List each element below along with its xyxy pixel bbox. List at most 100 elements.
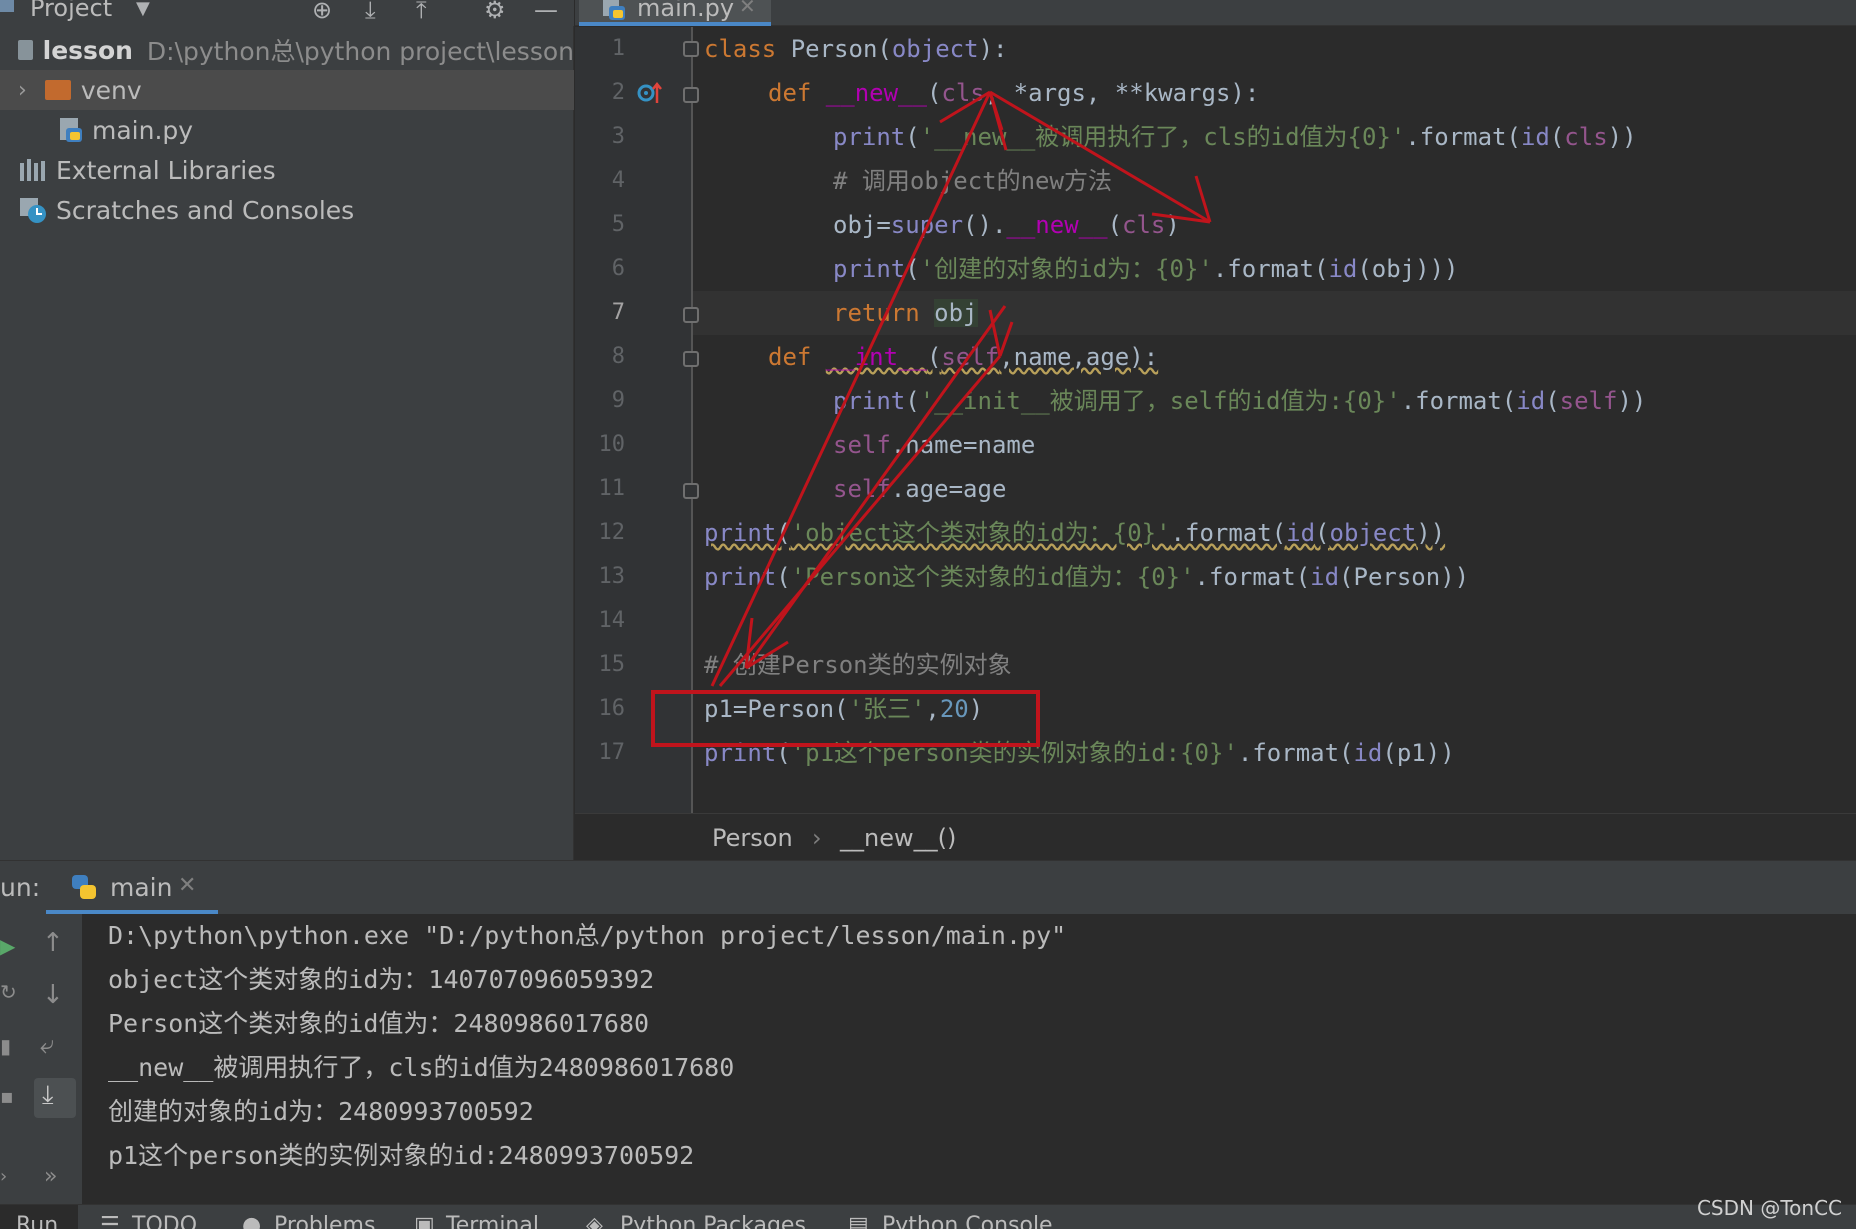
expand-all-icon[interactable]: ⤓ <box>365 0 376 24</box>
line-number: 15 <box>598 652 626 677</box>
line-number: 2 <box>611 80 625 105</box>
code-line-15[interactable]: # 创建Person类的实例对象 <box>704 643 1012 687</box>
line-number: 11 <box>598 476 626 501</box>
arrow-down-icon[interactable]: ↓ <box>42 980 64 1010</box>
line-number: 14 <box>598 608 626 633</box>
close-icon[interactable]: ✕ <box>178 873 196 898</box>
code-line-16[interactable]: p1=Person('张三',20) <box>704 687 983 731</box>
python-file-icon <box>603 0 625 20</box>
line-number: 7 <box>611 300 625 325</box>
collapse-all-icon[interactable]: ⤒ <box>416 0 427 24</box>
console-line: __new__被调用执行了，cls的id值为2480986017680 <box>108 1053 735 1082</box>
line-number: 10 <box>598 432 626 457</box>
code-line-5[interactable]: obj=super().__new__(cls) <box>833 203 1180 247</box>
scratches-icon <box>20 198 46 223</box>
soft-wrap-icon[interactable]: ⤶ <box>40 1030 55 1061</box>
project-view-dropdown[interactable]: Project <box>30 0 112 22</box>
tree-item-external-libraries[interactable]: External Libraries <box>0 150 574 190</box>
line-number: 4 <box>611 168 625 193</box>
line-number: 17 <box>598 740 626 765</box>
line-number: 8 <box>611 344 625 369</box>
breadcrumb: Person › __new__() <box>575 813 1856 859</box>
locate-icon[interactable]: ⊕ <box>312 0 332 24</box>
bottom-tab-python-packages[interactable]: Python Packages <box>620 1213 806 1229</box>
more-left-icon[interactable]: › <box>0 1166 7 1187</box>
fold-marker[interactable] <box>683 41 699 57</box>
line-number: 16 <box>598 696 626 721</box>
bottom-tab-todo[interactable]: TODO <box>132 1213 197 1229</box>
hide-icon[interactable]: — <box>534 0 558 24</box>
code-line-2[interactable]: def __new__(cls, *args, **kwargs): <box>768 71 1259 115</box>
line-number: 9 <box>611 388 625 413</box>
run-tab-label: main <box>110 873 173 902</box>
rerun-icon[interactable]: ▶ <box>0 934 15 958</box>
fold-marker[interactable] <box>683 483 699 499</box>
tree-item-path: D:\python总\python project\lesson <box>146 37 574 66</box>
code-line-6[interactable]: print('创建的对象的id为：{0}'.format(id(obj))) <box>833 247 1459 291</box>
run-tool-header: un: main ✕ <box>0 860 1856 915</box>
code-line-17[interactable]: print('p1这个person类的实例对象的id:{0}'.format(i… <box>704 731 1455 775</box>
code-line-9[interactable]: print('__init__被调用了，self的id值为:{0}'.forma… <box>833 379 1646 423</box>
bottom-tab-run[interactable]: Run <box>16 1213 58 1229</box>
code-line-11[interactable]: self.age=age <box>833 467 1006 511</box>
stop-icon[interactable]: ▮ <box>0 1034 11 1058</box>
code-editor[interactable]: 1 2 3 4 5 6 7 8 9 10 11 12 13 14 15 16 1… <box>575 27 1856 813</box>
bottom-tab-terminal[interactable]: Terminal <box>446 1213 539 1229</box>
project-toolbar: Project ▼ ⊕ ⤓ ⤒ ⚙ — <box>0 0 574 26</box>
chevron-right-icon[interactable]: › <box>18 78 27 103</box>
project-panel: lesson D:\python总\python project\lesson … <box>0 26 574 860</box>
chevron-down-icon[interactable]: ▼ <box>136 0 150 19</box>
code-line-8[interactable]: def __int__(self,name,age): <box>768 335 1158 379</box>
line-number: 6 <box>611 256 625 281</box>
breadcrumb-class[interactable]: Person <box>712 824 793 852</box>
packages-icon: ◈ <box>586 1213 603 1229</box>
chevron-right-icon: › <box>812 824 822 852</box>
line-number: 3 <box>611 124 625 149</box>
bottom-tab-python-console[interactable]: Python Console <box>882 1213 1053 1229</box>
console-line: 创建的对象的id为：2480993700592 <box>108 1097 534 1126</box>
project-icon <box>0 0 14 12</box>
tool-window-bar: Run ☰ TODO ● Problems ▣ Terminal ◈ Pytho… <box>0 1204 1856 1229</box>
tree-item-label: lesson <box>42 35 133 65</box>
console-line: D:\python\python.exe "D:/python总/python … <box>108 921 1067 950</box>
line-number: 12 <box>598 520 626 545</box>
problems-icon: ● <box>242 1213 262 1229</box>
console-output[interactable]: D:\python\python.exe "D:/python总/python … <box>82 914 1856 1204</box>
bottom-tab-problems[interactable]: Problems <box>274 1213 375 1229</box>
arrow-up-icon[interactable]: ↑ <box>42 928 64 958</box>
code-line-4[interactable]: # 调用object的new方法 <box>833 159 1112 203</box>
code-line-1[interactable]: class Person(object): <box>704 27 1007 71</box>
tree-item-venv[interactable]: › venv <box>0 70 574 110</box>
code-line-3[interactable]: print('__new__被调用执行了，cls的id值为{0}'.format… <box>833 115 1637 159</box>
python-file-icon <box>60 118 82 142</box>
breadcrumb-method[interactable]: __new__() <box>840 824 956 852</box>
code-line-12[interactable]: print('object这个类对象的id为：{0}'.format(id(ob… <box>704 511 1445 555</box>
override-icon[interactable] <box>635 79 663 107</box>
fold-marker[interactable] <box>683 307 699 323</box>
watermark: CSDN @TonCC <box>1696 1196 1842 1220</box>
scroll-to-end-icon: ⤓ <box>42 1080 54 1110</box>
code-line-13[interactable]: print('Person这个类对象的id值为：{0}'.format(id(P… <box>704 555 1469 599</box>
console-icon: ▤ <box>848 1213 869 1229</box>
code-line-10[interactable]: self.name=name <box>833 423 1035 467</box>
terminal-icon: ▣ <box>414 1213 435 1229</box>
pin-icon[interactable]: ▪ <box>0 1084 14 1108</box>
modify-icon[interactable]: ↻ <box>0 980 17 1004</box>
run-tab-main[interactable]: main ✕ <box>46 861 218 915</box>
fold-marker[interactable] <box>683 87 699 103</box>
line-number: 1 <box>611 36 625 61</box>
close-icon[interactable]: ✕ <box>739 0 756 18</box>
tree-item-label: Scratches and Consoles <box>56 195 355 225</box>
tree-item-label: External Libraries <box>56 155 276 185</box>
code-line-7[interactable]: return obj <box>833 291 978 335</box>
scroll-to-end-button[interactable]: ⤓ <box>34 1078 76 1118</box>
gear-icon[interactable]: ⚙ <box>484 0 506 24</box>
tab-main-py[interactable]: main.py ✕ <box>579 0 771 26</box>
fold-marker[interactable] <box>683 351 699 367</box>
tree-item-lesson[interactable]: lesson D:\python总\python project\lesson <box>0 30 574 70</box>
fold-guide <box>691 27 693 813</box>
more-icon[interactable]: » <box>44 1164 57 1189</box>
tree-item-main-py[interactable]: main.py <box>0 110 574 150</box>
tree-item-scratches[interactable]: Scratches and Consoles <box>0 190 574 230</box>
console-line: p1这个person类的实例对象的id:2480993700592 <box>108 1141 695 1170</box>
